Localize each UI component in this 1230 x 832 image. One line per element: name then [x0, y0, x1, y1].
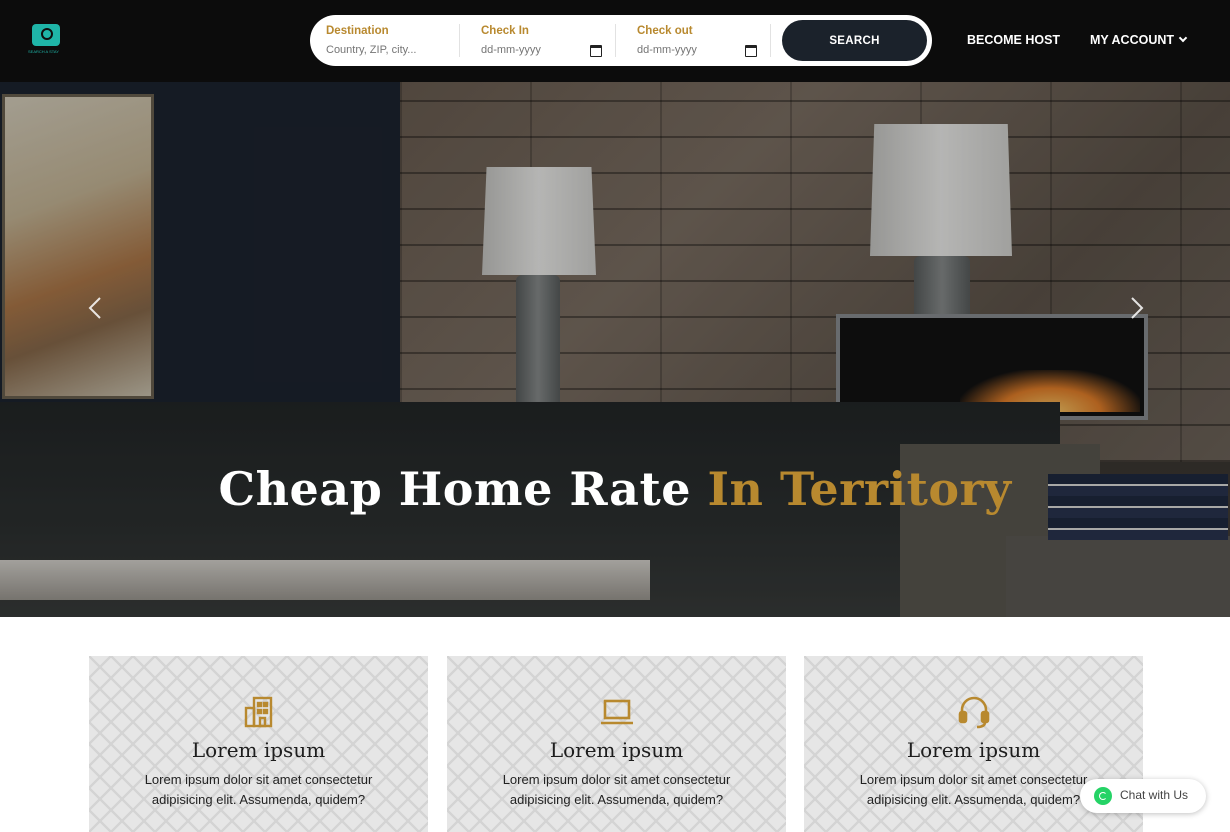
carousel-prev-button[interactable] — [82, 294, 110, 322]
calendar-icon[interactable] — [745, 45, 757, 57]
chat-widget-button[interactable]: Chat with Us — [1080, 779, 1206, 813]
field-divider — [459, 24, 460, 57]
search-bar: Destination Check In Check out SEARCH — [310, 15, 932, 66]
hero-heading-accent: In Territory — [707, 462, 1012, 516]
check-out-field[interactable]: Check out — [637, 15, 762, 66]
calendar-icon[interactable] — [590, 45, 602, 57]
check-out-input[interactable] — [637, 44, 737, 56]
destination-label: Destination — [326, 25, 389, 37]
check-in-label: Check In — [481, 25, 529, 37]
feature-title: Lorem ipsum — [906, 738, 1041, 762]
logo-text: SEARCH A STAY — [28, 49, 59, 54]
become-host-link[interactable]: BECOME HOST — [967, 33, 1060, 47]
feature-title: Lorem ipsum — [549, 738, 684, 762]
hero-heading: Cheap Home Rate In Territory — [0, 462, 1230, 516]
carousel-next-button[interactable] — [1122, 294, 1150, 322]
feature-text: Lorem ipsum dolor sit amet consectetur a… — [859, 772, 1088, 807]
check-in-field[interactable]: Check In — [481, 15, 606, 66]
field-divider — [615, 24, 616, 57]
destination-field[interactable]: Destination — [326, 15, 456, 66]
destination-input[interactable] — [326, 44, 446, 56]
feature-title: Lorem ipsum — [191, 738, 326, 762]
logo-icon — [32, 24, 60, 46]
chat-label: Chat with Us — [1120, 788, 1189, 802]
site-logo[interactable]: SEARCH A STAY — [28, 24, 68, 58]
feature-text: Lorem ipsum dolor sit amet consectetur a… — [502, 772, 731, 807]
laptop-icon — [599, 694, 635, 730]
hero-carousel: Cheap Home Rate In Territory — [0, 0, 1230, 617]
feature-card: Lorem ipsum Lorem ipsum dolor sit amet c… — [89, 656, 428, 832]
feature-text: Lorem ipsum dolor sit amet consectetur a… — [144, 772, 373, 807]
hero-heading-main: Cheap Home Rate — [218, 462, 691, 516]
chevron-right-icon — [1131, 297, 1144, 319]
check-out-label: Check out — [637, 25, 693, 37]
check-in-input[interactable] — [481, 44, 581, 56]
search-button[interactable]: SEARCH — [782, 20, 927, 61]
building-icon — [241, 694, 277, 730]
chevron-left-icon — [88, 297, 101, 319]
chevron-down-icon — [1178, 33, 1188, 43]
hero-overlay — [0, 0, 1230, 617]
whatsapp-icon — [1094, 787, 1112, 805]
headset-icon — [956, 694, 992, 730]
my-account-menu[interactable]: MY ACCOUNT — [1090, 33, 1188, 47]
feature-card: Lorem ipsum Lorem ipsum dolor sit amet c… — [447, 656, 786, 832]
my-account-label: MY ACCOUNT — [1090, 33, 1175, 47]
field-divider — [770, 24, 771, 57]
